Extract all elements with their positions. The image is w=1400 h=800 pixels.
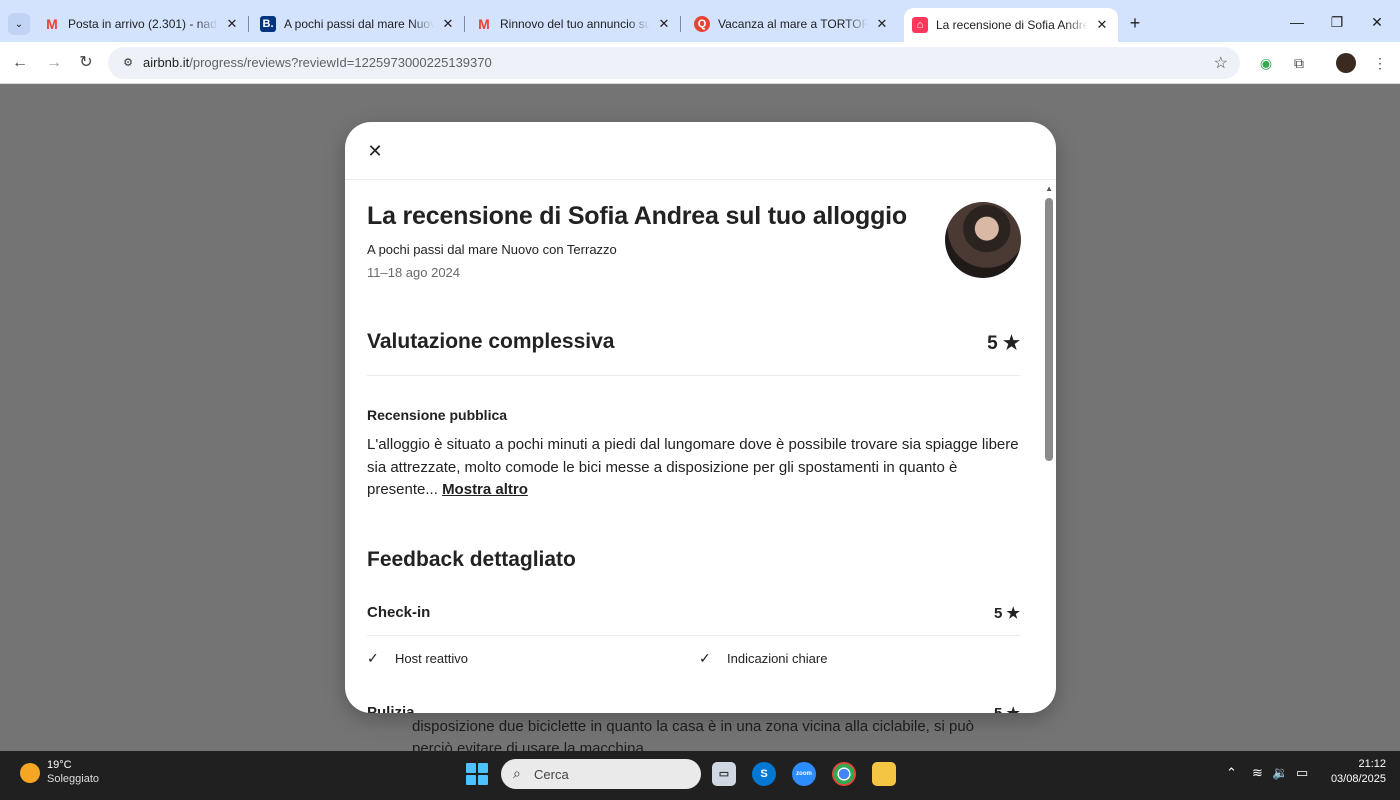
- battery-icon[interactable]: ▭: [1296, 765, 1308, 781]
- star-icon: ★: [1002, 333, 1020, 354]
- windows-taskbar: 19°C Soleggiato ⌕ Cerca ▭ S zoom ⌃ ≋ 🔉 ▭…: [0, 751, 1400, 800]
- minimize-icon[interactable]: —: [1282, 10, 1312, 34]
- tab-title: Rinnovo del tuo annuncio su Lu: [500, 17, 650, 31]
- chevron-up-icon[interactable]: ⌃: [1226, 765, 1237, 781]
- tab-vacation-search[interactable]: Q Vacanza al mare a TORTORETO ✕: [686, 8, 898, 40]
- check-icon: ✓: [367, 650, 379, 666]
- airbnb-icon: ⌂: [912, 17, 928, 33]
- gmail-icon: M: [46, 16, 58, 32]
- tab-gmail-renewal[interactable]: M Rinnovo del tuo annuncio su Lu ✕: [468, 8, 681, 40]
- extension-icon[interactable]: ◉: [1256, 53, 1276, 73]
- star-icon: ★: [1007, 705, 1020, 713]
- clock-date[interactable]: 03/08/2025: [1331, 773, 1386, 785]
- tab-search-button[interactable]: ⌄: [8, 13, 30, 35]
- search-icon: ⌕: [513, 765, 521, 781]
- tab-title: Posta in arrivo (2.301) - nadia.sc: [68, 17, 218, 31]
- task-view-icon[interactable]: ▭: [712, 762, 736, 786]
- site-settings-icon[interactable]: ⚙: [118, 53, 138, 73]
- weather-description[interactable]: Soleggiato: [47, 773, 99, 785]
- tab-gmail-inbox[interactable]: M Posta in arrivo (2.301) - nadia.sc ✕: [36, 8, 249, 40]
- clock-time[interactable]: 21:12: [1358, 758, 1386, 770]
- modal-body: La recensione di Sofia Andrea sul tuo al…: [345, 180, 1056, 713]
- gmail-icon: M: [478, 16, 490, 32]
- show-more-link[interactable]: Mostra altro: [442, 481, 528, 498]
- tab-title: A pochi passi dal mare Nuovo c: [284, 17, 434, 31]
- search-icon: Q: [694, 16, 710, 32]
- detailed-feedback-title: Feedback dettagliato: [367, 548, 576, 571]
- feedback-tag: ✓ Host reattivo: [367, 650, 468, 666]
- tab-strip: ⌄ M Posta in arrivo (2.301) - nadia.sc ✕…: [0, 0, 1400, 42]
- url-text[interactable]: airbnb.it/progress/reviews?reviewId=1225…: [143, 55, 492, 70]
- category-label: Pulizia: [367, 704, 415, 713]
- overall-rating-label: Valutazione complessiva: [367, 330, 615, 353]
- background-review-text: perciò evitare di usare la macchina.: [412, 740, 648, 751]
- wifi-icon[interactable]: ≋: [1252, 765, 1263, 781]
- new-tab-button[interactable]: +: [1124, 12, 1146, 34]
- review-title: La recensione di Sofia Andrea sul tuo al…: [367, 202, 907, 230]
- category-label: Check-in: [367, 604, 431, 621]
- modal-header: ✕: [345, 122, 1056, 180]
- category-score: 5 ★: [994, 605, 1020, 622]
- page-backdrop: disposizione due biciclette in quanto la…: [0, 85, 1400, 751]
- weather-temperature[interactable]: 19°C: [47, 759, 72, 771]
- restore-icon[interactable]: ❐: [1322, 10, 1352, 34]
- taskbar-search[interactable]: ⌕ Cerca: [501, 759, 701, 789]
- volume-icon[interactable]: 🔉: [1272, 765, 1288, 781]
- public-review-text: L'alloggio è situato a pochi minuti a pi…: [367, 436, 1019, 498]
- scroll-up-arrow-icon[interactable]: ▲: [1045, 184, 1053, 193]
- tab-title: Vacanza al mare a TORTORETO: [718, 17, 868, 31]
- profile-avatar-icon[interactable]: [1336, 53, 1356, 73]
- tab-close-icon[interactable]: ✕: [1094, 17, 1110, 33]
- overall-rating-score: 5 ★: [987, 333, 1020, 354]
- reload-icon[interactable]: ↻: [74, 51, 98, 75]
- category-score: 5 ★: [994, 704, 1020, 713]
- forward-arrow-icon[interactable]: →: [42, 51, 66, 75]
- feedback-tag: ✓ Indicazioni chiare: [699, 650, 828, 666]
- check-icon: ✓: [699, 650, 711, 666]
- sun-icon[interactable]: [20, 763, 40, 783]
- tab-booking[interactable]: B. A pochi passi dal mare Nuovo c ✕: [252, 8, 465, 40]
- public-review-label: Recensione pubblica: [367, 407, 508, 423]
- bookmark-star-icon[interactable]: ☆: [1214, 53, 1228, 73]
- taskbar-search-label: Cerca: [534, 767, 569, 782]
- listing-name: A pochi passi dal mare Nuovo con Terrazz…: [367, 242, 617, 257]
- tab-close-icon[interactable]: ✕: [224, 16, 240, 32]
- tab-close-icon[interactable]: ✕: [656, 16, 672, 32]
- modal-scrollbar-thumb[interactable]: [1045, 198, 1053, 461]
- chrome-icon[interactable]: [832, 762, 856, 786]
- close-icon[interactable]: ✕: [363, 139, 387, 163]
- guest-avatar[interactable]: [945, 202, 1021, 278]
- stay-dates: 11–18 ago 2024: [367, 265, 461, 280]
- tab-close-icon[interactable]: ✕: [440, 16, 456, 32]
- close-window-icon[interactable]: ✕: [1362, 10, 1392, 34]
- booking-icon: B.: [260, 16, 276, 32]
- extensions-puzzle-icon[interactable]: ⧉: [1289, 53, 1309, 73]
- overall-rating-row: Valutazione complessiva 5 ★: [367, 320, 1020, 376]
- tab-airbnb-review[interactable]: ⌂ La recensione di Sofia Andrea - ✕: [904, 8, 1118, 42]
- category-row-cleaning: Pulizia 5 ★: [367, 692, 1020, 713]
- category-row-checkin: Check-in 5 ★: [367, 592, 1020, 636]
- back-arrow-icon[interactable]: ←: [8, 51, 32, 75]
- star-icon: ★: [1006, 605, 1020, 622]
- review-modal: ✕ La recensione di Sofia Andrea sul tuo …: [345, 122, 1056, 713]
- address-bar[interactable]: ⚙ airbnb.it/progress/reviews?reviewId=12…: [108, 47, 1240, 79]
- more-menu-icon[interactable]: ⋮: [1370, 53, 1390, 73]
- windows-start-icon[interactable]: [466, 763, 488, 785]
- browser-toolbar: ← → ↻ ⚙ airbnb.it/progress/reviews?revie…: [0, 42, 1400, 84]
- tab-close-icon[interactable]: ✕: [874, 16, 890, 32]
- file-explorer-icon[interactable]: [872, 762, 896, 786]
- background-review-text: disposizione due biciclette in quanto la…: [412, 718, 975, 735]
- zoom-icon[interactable]: zoom: [792, 762, 816, 786]
- tab-title: La recensione di Sofia Andrea -: [936, 18, 1088, 32]
- skype-icon[interactable]: S: [752, 762, 776, 786]
